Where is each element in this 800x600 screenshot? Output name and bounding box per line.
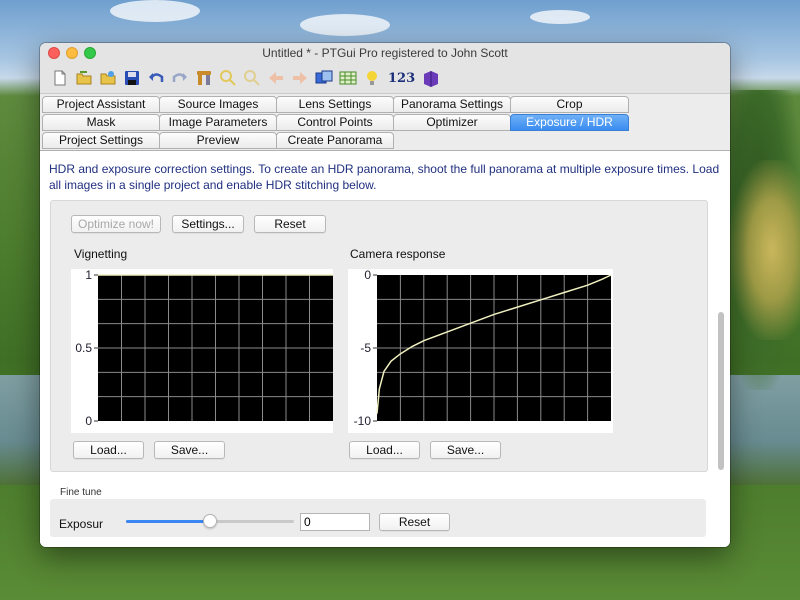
background-cloud xyxy=(110,0,200,22)
tab-panorama-settings[interactable]: Panorama Settings xyxy=(393,96,511,113)
settings-button[interactable]: Settings... xyxy=(172,215,244,233)
y-tick-label: 0 xyxy=(85,414,92,428)
tab-optimizer[interactable]: Optimizer xyxy=(393,114,511,131)
undo-icon[interactable] xyxy=(146,68,166,88)
fine-tune-panel xyxy=(50,499,706,537)
tab-source-images[interactable]: Source Images xyxy=(159,96,277,113)
title-bar: Untitled * - PTGui Pro registered to Joh… xyxy=(40,43,730,63)
new-file-icon[interactable] xyxy=(50,68,70,88)
panorama-editor-icon[interactable] xyxy=(314,68,334,88)
tab-image-parameters[interactable]: Image Parameters xyxy=(159,114,277,131)
tab-exposure-hdr[interactable]: Exposure / HDR xyxy=(510,114,629,131)
background-cloud xyxy=(300,14,390,36)
tab-project-assistant[interactable]: Project Assistant xyxy=(42,96,160,113)
tab-row-2: Mask Image Parameters Control Points Opt… xyxy=(42,114,629,131)
tab-row-3: Project Settings Preview Create Panorama xyxy=(42,132,394,149)
redo-icon[interactable] xyxy=(170,68,190,88)
fine-tune-label: Fine tune xyxy=(60,487,102,498)
y-tick-label: 1 xyxy=(85,269,92,282)
camera-response-chart-svg: 0 -5 -10 xyxy=(354,269,612,428)
hdr-settings-panel: Optimize now! Settings... Reset Vignetti… xyxy=(50,200,708,472)
exposure-label: Exposur xyxy=(59,517,104,531)
vignetting-chart: 1 0.5 0 xyxy=(71,269,333,433)
arrow-right-icon[interactable] xyxy=(290,68,310,88)
lightbulb-icon[interactable] xyxy=(362,68,382,88)
y-tick-label: -5 xyxy=(360,341,371,355)
tab-create-panorama[interactable]: Create Panorama xyxy=(276,132,394,149)
camera-response-save-button[interactable]: Save... xyxy=(430,441,501,459)
page-description: HDR and exposure correction settings. To… xyxy=(49,162,720,192)
vignetting-chart-svg: 10.50 xyxy=(75,269,333,428)
vignetting-title: Vignetting xyxy=(74,247,128,261)
optimize-now-button[interactable]: Optimize now! xyxy=(71,215,161,233)
tab-lens-settings[interactable]: Lens Settings xyxy=(276,96,394,113)
numbers-icon[interactable]: 123 xyxy=(386,68,417,88)
tab-preview[interactable]: Preview xyxy=(159,132,277,149)
book-icon[interactable] xyxy=(421,68,441,88)
camera-response-load-button[interactable]: Load... xyxy=(349,441,420,459)
zoom-out-icon[interactable] xyxy=(242,68,262,88)
y-tick-label: 0 xyxy=(364,269,371,282)
tools-icon[interactable] xyxy=(194,68,214,88)
y-tick-label: 0.5 xyxy=(75,341,92,355)
tab-mask[interactable]: Mask xyxy=(42,114,160,131)
reset-button[interactable]: Reset xyxy=(254,215,326,233)
open-folder-icon[interactable] xyxy=(74,68,94,88)
window-title: Untitled * - PTGui Pro registered to Joh… xyxy=(262,46,508,60)
vertical-scrollbar[interactable] xyxy=(716,200,726,470)
toolbar: 123 xyxy=(40,63,730,94)
y-tick-label: -10 xyxy=(354,414,372,428)
open-recent-icon[interactable] xyxy=(98,68,118,88)
table-icon[interactable] xyxy=(338,68,358,88)
background-cloud xyxy=(530,10,590,24)
save-icon[interactable] xyxy=(122,68,142,88)
camera-response-title: Camera response xyxy=(350,247,446,261)
camera-response-chart: 0 -5 -10 xyxy=(348,269,613,433)
background-autumn-tree xyxy=(730,160,800,340)
tab-crop[interactable]: Crop xyxy=(510,96,629,113)
exposure-slider-knob[interactable] xyxy=(203,514,217,528)
tab-row-1: Project Assistant Source Images Lens Set… xyxy=(42,96,629,113)
fine-tune-reset-button[interactable]: Reset xyxy=(379,513,450,531)
app-window: Untitled * - PTGui Pro registered to Joh… xyxy=(40,43,730,547)
tab-control-points[interactable]: Control Points xyxy=(276,114,394,131)
exposure-hdr-page: HDR and exposure correction settings. To… xyxy=(40,150,730,547)
zoom-in-icon[interactable] xyxy=(218,68,238,88)
scrollbar-thumb[interactable] xyxy=(718,312,724,470)
vignetting-save-button[interactable]: Save... xyxy=(154,441,225,459)
exposure-slider-fill xyxy=(126,520,210,523)
vignetting-load-button[interactable]: Load... xyxy=(73,441,144,459)
exposure-value-input[interactable] xyxy=(300,513,370,531)
arrow-left-icon[interactable] xyxy=(266,68,286,88)
tab-project-settings[interactable]: Project Settings xyxy=(42,132,160,149)
